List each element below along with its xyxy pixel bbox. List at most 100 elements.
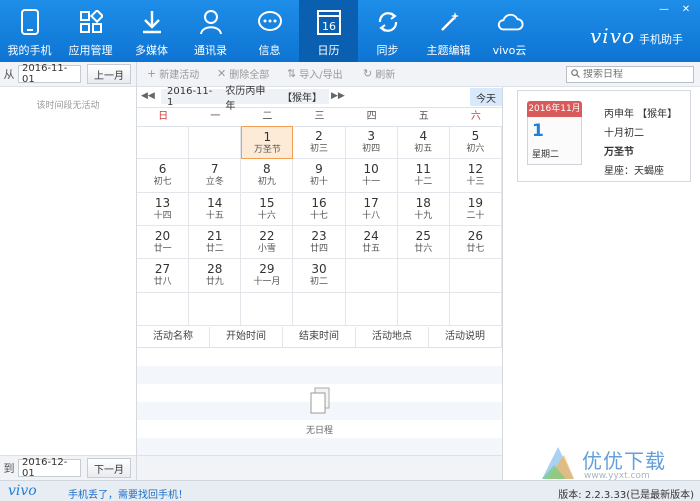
new-activity-button[interactable]: + 新建活动	[147, 66, 199, 81]
lunar-label: 二十	[466, 210, 485, 221]
calendar-day[interactable]: 20 廿一	[137, 225, 190, 260]
lunar-label: 廿五	[362, 244, 381, 255]
calendar-day[interactable]: 24 廿五	[345, 225, 398, 260]
nav-app-manager[interactable]: 应用管理	[59, 0, 122, 62]
delete-all-label: 删除全部	[229, 70, 270, 81]
to-date-input[interactable]: 2016-12-01	[18, 457, 81, 479]
search-input[interactable]	[583, 69, 683, 80]
activity-footer	[137, 455, 502, 481]
calendar-day[interactable]: 8 初九	[241, 159, 294, 193]
close-button[interactable]: ✕	[678, 0, 694, 18]
nav-label: 我的手机	[7, 44, 52, 57]
calendar-day[interactable]: 22 小雪	[241, 225, 294, 260]
calendar-day[interactable]: 21 廿二	[189, 225, 242, 260]
today-button[interactable]: 今天	[470, 88, 502, 106]
activity-row	[137, 438, 502, 456]
refresh-icon: ↻	[363, 67, 373, 80]
calendar-day[interactable]: 25 廿六	[397, 225, 450, 260]
to-range-row: 到 2016-12-01 下一月	[0, 455, 136, 480]
calendar-day[interactable]: 30 初二	[293, 259, 346, 293]
find-phone-link[interactable]: 手机丢了，需要找回手机！	[68, 486, 188, 501]
calendar-day[interactable]: 5 初六	[449, 126, 502, 160]
calendar-day[interactable]: 17 十八	[345, 192, 398, 226]
day-number: 26	[467, 229, 484, 244]
calendar-day[interactable]: 29 十一月	[241, 259, 294, 293]
column-start-time[interactable]: 开始时间	[210, 327, 283, 347]
lunar-label: 十七	[309, 210, 328, 221]
day-number: 25	[415, 229, 431, 244]
calendar-day[interactable]: 15 十六	[241, 192, 294, 226]
calendar-day[interactable]: 10 十一	[345, 159, 398, 193]
calendar-day[interactable]: 12 十三	[449, 159, 502, 193]
calendar-day[interactable]: 3 初四	[345, 126, 398, 160]
calendar-day[interactable]: 6 初七	[137, 159, 190, 193]
day-number: 1	[532, 121, 544, 141]
calendar-day[interactable]: 7 立冬	[189, 159, 242, 193]
calendar-day[interactable]: 19 二十	[449, 192, 502, 226]
import-export-icon: ⇅	[287, 67, 297, 80]
lunar-label: 初二	[309, 277, 328, 288]
delete-all-button[interactable]: ✕ 删除全部	[217, 66, 269, 81]
column-activity-name[interactable]: 活动名称	[137, 327, 210, 347]
calendar-day[interactable]: 28 廿九	[189, 259, 242, 293]
lunar-label: 初七	[153, 177, 172, 188]
calendar-day[interactable]: 16 十七	[293, 192, 346, 226]
calendar-day[interactable]: 1 万圣节	[241, 126, 294, 160]
calendar-day[interactable]: 27 廿八	[137, 259, 190, 293]
constellation: 星座：天蝎座	[604, 166, 664, 177]
column-description[interactable]: 活动说明	[429, 327, 502, 347]
nav-sync[interactable]: 同步	[358, 0, 417, 62]
calendar-day[interactable]: 4 初五	[397, 126, 450, 160]
version-text: 版本: 2.2.3.33(已是最新版本)	[558, 490, 694, 501]
nav-label: 主题编辑	[426, 44, 471, 57]
calendar-empty-cell	[189, 292, 242, 326]
nav-calendar[interactable]: 16 日历	[299, 0, 358, 62]
calendar-day[interactable]: 14 十五	[189, 192, 242, 226]
nav-vivo-cloud[interactable]: vivo云	[480, 0, 539, 62]
delete-icon: ✕	[217, 67, 227, 80]
day-number: 7	[210, 162, 219, 177]
lunar-label: 初十	[309, 177, 328, 188]
calendar-empty-cell	[137, 292, 190, 326]
calendar-day[interactable]: 11 十二	[397, 159, 450, 193]
nav-label: 应用管理	[68, 44, 113, 57]
nav-theme-editor[interactable]: 主题编辑	[417, 0, 480, 62]
from-date-input[interactable]: 2016-11-01	[18, 63, 81, 85]
lunar-label: 廿一	[153, 244, 172, 255]
calendar-day[interactable]: 13 十四	[137, 192, 190, 226]
calendar-day[interactable]: 18 十九	[397, 192, 450, 226]
import-export-button[interactable]: ⇅ 导入/导出	[287, 66, 343, 81]
lunar-label: 廿九	[205, 277, 224, 288]
weekday-fri: 五	[418, 111, 429, 122]
brand-logo: vivo	[590, 24, 636, 48]
calendar-day[interactable]: 26 廿七	[449, 225, 502, 260]
day-number: 12	[467, 162, 484, 177]
lunar-label: 十八	[362, 210, 381, 221]
next-month-button[interactable]: 下一月	[87, 458, 131, 478]
nav-label: 同步	[376, 44, 399, 57]
download-icon	[138, 8, 166, 36]
current-date-display: 2016-11-1 农历丙申年 【猴年】	[161, 86, 329, 112]
lunar-label: 初三	[309, 144, 328, 155]
nav-my-phone[interactable]: 我的手机	[0, 0, 59, 62]
prev-month-button[interactable]: 上一月	[87, 64, 131, 84]
calendar-day[interactable]: 2 初三	[293, 126, 346, 160]
prev-year-button[interactable]: ◀◀	[141, 91, 155, 101]
column-location[interactable]: 活动地点	[356, 327, 429, 347]
calendar-day[interactable]: 23 廿四	[293, 225, 346, 260]
nav-messages[interactable]: 信息	[240, 0, 299, 62]
main-nav: 我的手机 应用管理 多媒体 通讯录 信息 16 日历 同步 主题编辑 vivo云	[0, 0, 539, 62]
activity-row	[137, 348, 502, 366]
month-label: 2016年11月	[527, 101, 582, 117]
lunar-label: 廿四	[309, 244, 328, 255]
nav-multimedia[interactable]: 多媒体	[122, 0, 181, 62]
minimize-button[interactable]: —	[656, 0, 672, 18]
calendar-header: ◀◀ ◀ 2016-11-1 农历丙申年 【猴年】 ▶▶ 今天	[137, 86, 502, 112]
date-info-card: 2016年11月 1 星期二 丙申年 【猴年】 十月初二 万圣节 星座：天蝎座	[517, 90, 691, 182]
next-year-button[interactable]: ▶▶	[331, 91, 345, 101]
nav-contacts[interactable]: 通讯录	[181, 0, 240, 62]
nav-label: 通讯录	[194, 44, 227, 57]
column-end-time[interactable]: 结束时间	[283, 327, 356, 347]
refresh-button[interactable]: ↻ 刷新	[363, 66, 395, 81]
calendar-day[interactable]: 9 初十	[293, 159, 346, 193]
